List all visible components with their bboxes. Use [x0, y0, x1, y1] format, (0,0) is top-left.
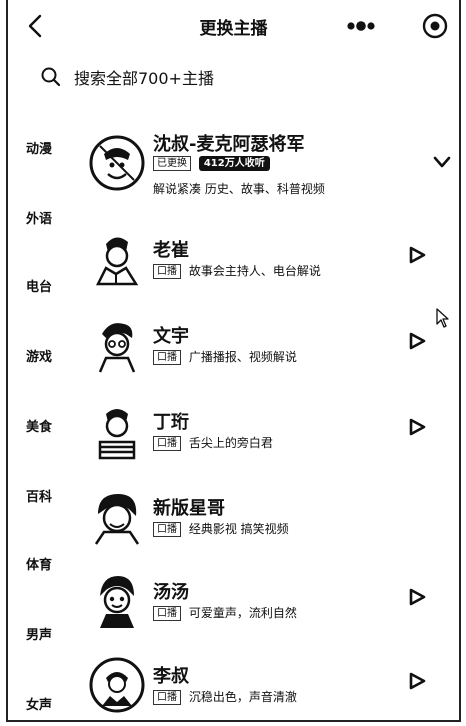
nav-bar: 更换主播	[8, 0, 459, 52]
anchor-description: 经典影视 搞笑视频	[188, 522, 289, 536]
anchor-name: 老崔	[153, 240, 189, 261]
anchor-name: 新版星哥	[153, 498, 225, 519]
anchor-name: 丁珩	[153, 412, 189, 433]
anchor-row[interactable]: 新版星哥 口播 经典影视 搞笑视频	[88, 486, 458, 548]
anchor-tag: 口播	[153, 436, 181, 451]
category-female-voice[interactable]: 女声	[26, 694, 52, 713]
search-icon	[41, 67, 61, 87]
anchor-description: 沉稳出色，声音清澈	[188, 690, 297, 704]
anchor-avatar	[89, 657, 145, 713]
anchor-row[interactable]: 李叔 口播 沉稳出色，声音清澈	[88, 654, 458, 716]
anchor-tag: 口播	[153, 264, 181, 279]
anchor-info: 口播 沉稳出色，声音清澈	[153, 688, 297, 705]
anchor-row[interactable]: 老崔 口播 故事会主持人、电台解说	[88, 228, 458, 290]
category-anime[interactable]: 动漫	[26, 138, 52, 157]
anchor-name: 汤汤	[153, 582, 189, 603]
anchor-name: 李叔	[153, 666, 189, 687]
anchor-avatar	[89, 135, 145, 191]
anchor-info: 口播 广播播报、视频解说	[153, 348, 297, 365]
anchor-row[interactable]: 文宇 口播 广播播报、视频解说	[88, 314, 458, 376]
anchor-info: 口播 故事会主持人、电台解说	[153, 262, 321, 279]
category-games[interactable]: 游戏	[26, 346, 52, 365]
anchor-avatar	[98, 323, 136, 373]
anchor-avatar	[98, 409, 136, 460]
play-icon[interactable]	[408, 418, 426, 436]
anchor-avatar	[94, 494, 140, 545]
anchor-tag: 口播	[153, 522, 181, 537]
anchor-row-selected[interactable]: 沈叔-麦克阿瑟将军 已更换 412万人收听 解说紧凑 历史、故事、科普视频	[88, 128, 458, 198]
anchor-tags: 已更换 412万人收听	[153, 156, 270, 171]
anchor-description: 广播播报、视频解说	[188, 350, 297, 364]
anchor-description: 舌尖上的旁白君	[188, 436, 273, 450]
chevron-down-icon[interactable]	[432, 152, 452, 172]
anchor-name: 沈叔-麦克阿瑟将军	[153, 134, 305, 155]
anchor-tag: 口播	[153, 350, 181, 365]
anchor-tag: 口播	[153, 606, 181, 621]
listener-count-badge: 412万人收听	[198, 156, 270, 171]
category-male-voice[interactable]: 男声	[26, 624, 52, 643]
record-icon[interactable]	[421, 12, 449, 40]
category-encyclopedia[interactable]: 百科	[26, 486, 52, 505]
play-icon[interactable]	[408, 588, 426, 606]
app-window: 更换主播 搜索全部700+主播 动漫 外语 电台 游戏 美食 百科 体育 男声 …	[6, 0, 461, 722]
anchor-info: 口播 舌尖上的旁白君	[153, 434, 273, 451]
anchor-avatar	[95, 237, 139, 286]
anchor-description: 可爱童声，流利自然	[188, 606, 297, 620]
anchor-name: 文宇	[153, 326, 189, 347]
anchor-description: 解说紧凑 历史、故事、科普视频	[153, 182, 325, 196]
mouse-cursor-icon	[436, 308, 449, 328]
play-icon[interactable]	[408, 332, 426, 350]
category-foreign-language[interactable]: 外语	[26, 208, 52, 227]
more-dots-icon[interactable]	[341, 14, 389, 38]
anchor-row[interactable]: 丁珩 口播 舌尖上的旁白君	[88, 400, 458, 462]
anchor-tag: 口播	[153, 690, 181, 705]
mini-program-capsule	[341, 10, 449, 42]
category-radio[interactable]: 电台	[26, 276, 52, 295]
anchor-row[interactable]: 汤汤 口播 可爱童声，流利自然	[88, 570, 458, 632]
category-food[interactable]: 美食	[26, 416, 52, 435]
search-bar[interactable]: 搜索全部700+主播	[40, 62, 430, 92]
search-input[interactable]: 搜索全部700+主播	[74, 65, 214, 89]
play-icon[interactable]	[408, 672, 426, 690]
category-sports[interactable]: 体育	[26, 554, 52, 573]
anchor-info: 口播 可爱童声，流利自然	[153, 604, 297, 621]
anchor-tag: 已更换	[153, 156, 191, 171]
anchor-info: 口播 经典影视 搞笑视频	[153, 520, 289, 537]
anchor-avatar	[100, 576, 134, 628]
anchor-description: 故事会主持人、电台解说	[188, 264, 321, 278]
play-icon[interactable]	[408, 246, 426, 264]
